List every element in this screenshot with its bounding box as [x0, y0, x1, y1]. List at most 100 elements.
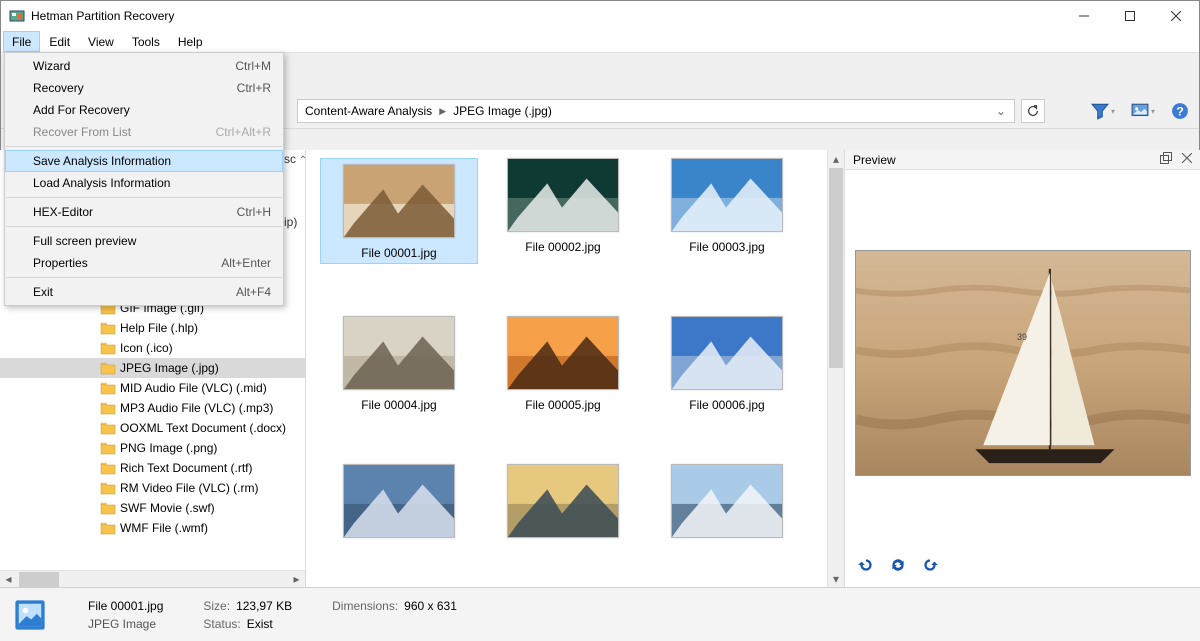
thumbnail-item[interactable]: File 00006.jpg — [648, 316, 806, 412]
close-button[interactable] — [1153, 1, 1199, 31]
thumbnail-image — [671, 316, 783, 390]
folder-icon — [100, 481, 116, 495]
tree-item[interactable]: SWF Movie (.swf) — [0, 498, 305, 518]
tree-item[interactable]: MID Audio File (VLC) (.mid) — [0, 378, 305, 398]
filter-button[interactable]: ▾ — [1091, 102, 1115, 120]
minimize-button[interactable] — [1061, 1, 1107, 31]
thumbnail-item[interactable] — [320, 464, 478, 546]
titlebar: Hetman Partition Recovery — [1, 1, 1199, 31]
thumbnail-image — [671, 464, 783, 538]
status-dimensions-value: 960 x 631 — [404, 599, 457, 613]
close-panel-icon[interactable] — [1182, 152, 1192, 167]
menu-item-load-analysis-information[interactable]: Load Analysis Information — [5, 172, 283, 194]
thumbnail-caption: File 00004.jpg — [361, 398, 436, 412]
menu-item-save-analysis-information[interactable]: Save Analysis Information — [5, 150, 283, 172]
tree-item[interactable]: JPEG Image (.jpg) — [0, 358, 305, 378]
thumbnail-caption: File 00002.jpg — [525, 240, 600, 254]
menu-help[interactable]: Help — [169, 31, 212, 52]
menu-item-properties[interactable]: PropertiesAlt+Enter — [5, 252, 283, 274]
menu-file[interactable]: File — [3, 31, 40, 52]
svg-text:?: ? — [1176, 105, 1184, 119]
menu-item-hex-editor[interactable]: HEX-EditorCtrl+H — [5, 201, 283, 223]
tree-item[interactable]: MP3 Audio File (VLC) (.mp3) — [0, 398, 305, 418]
menu-item-recovery[interactable]: RecoveryCtrl+R — [5, 77, 283, 99]
breadcrumb-dropdown-icon[interactable]: ⌄ — [992, 104, 1010, 118]
scroll-down-icon[interactable]: ▾ — [828, 570, 844, 587]
folder-icon — [100, 521, 116, 535]
thumbnail-image — [343, 164, 455, 238]
view-mode-button[interactable]: ▾ — [1131, 102, 1155, 120]
breadcrumb-item[interactable]: JPEG Image (.jpg) — [450, 104, 555, 118]
thumbnail-item[interactable]: File 00005.jpg — [484, 316, 642, 412]
scroll-left-icon[interactable]: ◂ — [0, 571, 17, 588]
thumbnail-caption: File 00001.jpg — [361, 246, 436, 260]
thumbnail-item[interactable]: File 00002.jpg — [484, 158, 642, 264]
refresh-preview-button[interactable] — [889, 556, 907, 577]
pop-out-icon[interactable] — [1160, 152, 1172, 167]
folder-icon — [100, 341, 116, 355]
menu-item-wizard[interactable]: WizardCtrl+M — [5, 55, 283, 77]
thumbnail-image — [671, 158, 783, 232]
breadcrumb-item[interactable]: Content-Aware Analysis — [302, 104, 435, 118]
folder-icon — [100, 441, 116, 455]
thumbnail-item[interactable]: File 00003.jpg — [648, 158, 806, 264]
thumbnail-image — [507, 464, 619, 538]
scrollbar-thumb[interactable] — [19, 572, 59, 587]
thumbnail-image — [343, 464, 455, 538]
menu-item-exit[interactable]: ExitAlt+F4 — [5, 281, 283, 303]
scroll-right-icon[interactable]: ▸ — [288, 571, 305, 588]
file-type-icon — [12, 597, 48, 633]
thumbnail-item[interactable]: File 00004.jpg — [320, 316, 478, 412]
folder-icon — [100, 321, 116, 335]
vertical-scrollbar[interactable]: ▴ ▾ — [827, 150, 844, 587]
thumbnail-image — [507, 158, 619, 232]
refresh-button[interactable] — [1021, 99, 1045, 123]
chevron-right-icon: ▶ — [439, 106, 446, 117]
thumbnail-caption: File 00003.jpg — [689, 240, 764, 254]
scrollbar-thumb[interactable] — [829, 168, 843, 368]
scroll-up-icon[interactable]: ⌃ — [294, 150, 305, 170]
thumbnail-caption: File 00006.jpg — [689, 398, 764, 412]
app-icon — [9, 8, 25, 24]
tree-item[interactable]: Icon (.ico) — [0, 338, 305, 358]
status-bar: File 00001.jpg JPEG Image Size:123,97 KB… — [0, 587, 1200, 641]
chevron-down-icon: ▾ — [1111, 107, 1115, 116]
thumbnail-item[interactable] — [484, 464, 642, 546]
menu-tools[interactable]: Tools — [123, 31, 169, 52]
horizontal-scrollbar[interactable]: ◂ ▸ — [0, 570, 305, 587]
tree-item[interactable]: WMF File (.wmf) — [0, 518, 305, 538]
tree-item[interactable]: Help File (.hlp) — [0, 318, 305, 338]
maximize-button[interactable] — [1107, 1, 1153, 31]
tree-item[interactable]: RM Video File (VLC) (.rm) — [0, 478, 305, 498]
content-pane: File 00001.jpg File 00002.jpg File 00003.j… — [306, 150, 844, 587]
preview-pane: Preview — [844, 150, 1200, 587]
tree-item[interactable]: OOXML Text Document (.docx) — [0, 418, 305, 438]
status-dimensions-label: Dimensions: — [332, 599, 398, 613]
svg-text:39: 39 — [1017, 332, 1027, 342]
menubar: File Edit View Tools Help — [1, 31, 1199, 53]
menu-item-full-screen-preview[interactable]: Full screen preview — [5, 230, 283, 252]
rotate-right-button[interactable] — [921, 556, 939, 577]
folder-icon — [100, 421, 116, 435]
menu-edit[interactable]: Edit — [40, 31, 79, 52]
chevron-down-icon: ▾ — [1151, 107, 1155, 116]
menu-item-add-for-recovery[interactable]: Add For Recovery — [5, 99, 283, 121]
preview-image: 39 — [855, 250, 1191, 476]
rotate-left-button[interactable] — [857, 556, 875, 577]
thumbnail-item[interactable]: File 00001.jpg — [320, 158, 478, 264]
preview-title: Preview — [853, 153, 1160, 167]
thumbnail-item[interactable] — [648, 464, 806, 546]
scroll-up-icon[interactable]: ▴ — [828, 150, 844, 167]
thumbnail-image — [507, 316, 619, 390]
breadcrumb-bar[interactable]: Content-Aware Analysis ▶ JPEG Image (.jp… — [297, 99, 1015, 123]
help-button[interactable]: ? — [1171, 102, 1189, 120]
file-menu-dropdown: WizardCtrl+MRecoveryCtrl+RAdd For Recove… — [4, 52, 284, 306]
status-size-label: Size: — [203, 599, 230, 613]
tree-item[interactable]: Rich Text Document (.rtf) — [0, 458, 305, 478]
status-filetype: JPEG Image — [88, 617, 163, 631]
tree-item[interactable]: PNG Image (.png) — [0, 438, 305, 458]
status-size-value: 123,97 KB — [236, 599, 292, 613]
thumbnail-caption: File 00005.jpg — [525, 398, 600, 412]
menu-view[interactable]: View — [79, 31, 123, 52]
folder-icon — [100, 381, 116, 395]
